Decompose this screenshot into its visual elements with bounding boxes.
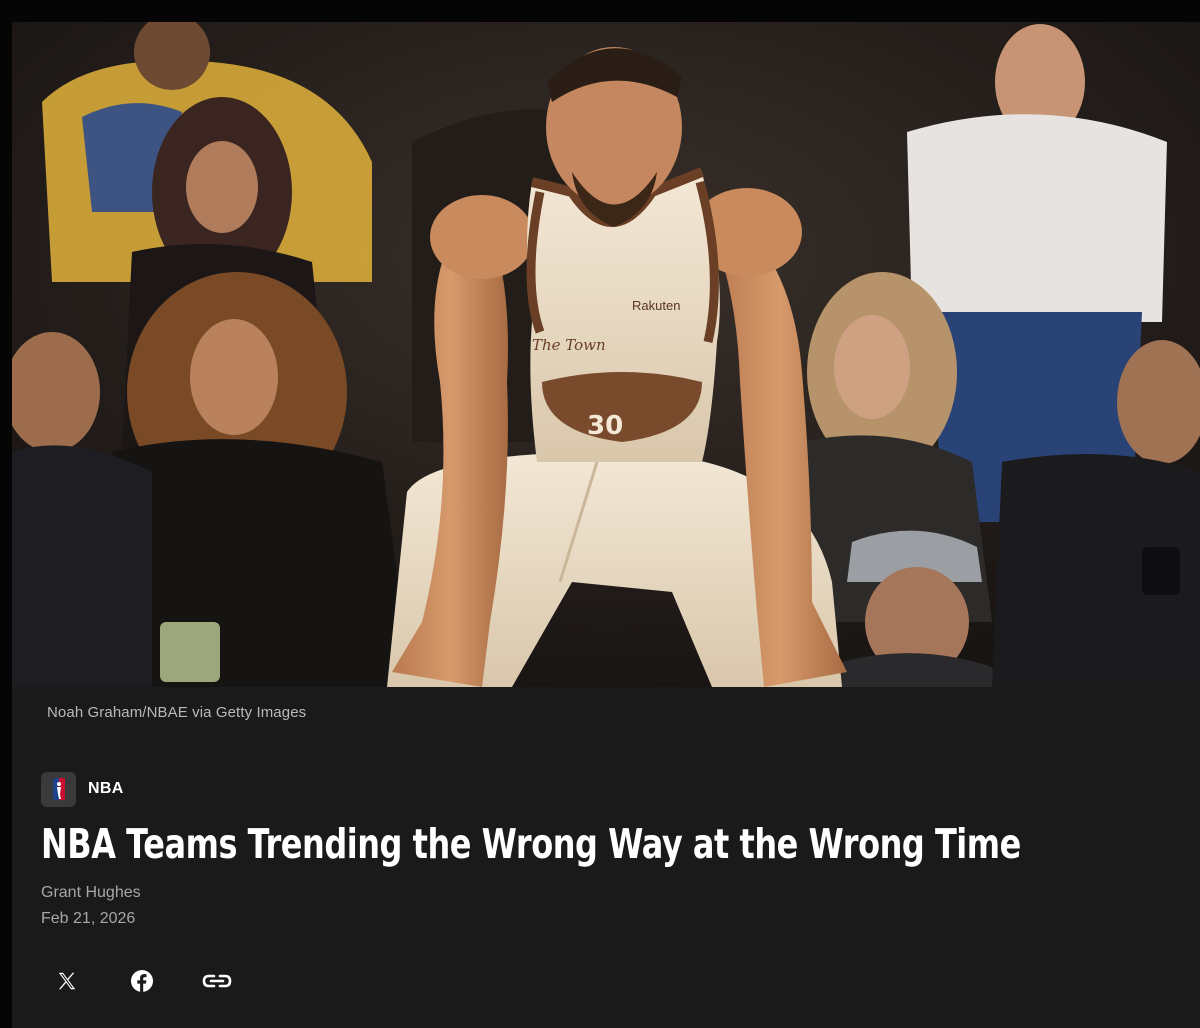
jersey-script-text: The Town (532, 336, 606, 354)
article-card: The Town 30 Rakuten Noah Graham/NBAE via… (12, 22, 1200, 1028)
copy-link-button[interactable] (198, 962, 236, 1000)
nba-logo-icon (41, 771, 76, 807)
article-headline: NBA Teams Trending the Wrong Way at the … (41, 820, 1021, 868)
hero-photo-illustration: The Town 30 Rakuten (12, 22, 1200, 687)
facebook-icon (131, 970, 153, 992)
page-frame: The Town 30 Rakuten Noah Graham/NBAE via… (0, 0, 1200, 1028)
author-name[interactable]: Grant Hughes (41, 884, 141, 902)
photo-credit-caption: Noah Graham/NBAE via Getty Images (47, 704, 307, 721)
x-logo-icon (58, 972, 76, 990)
share-x-button[interactable] (48, 962, 86, 1000)
category-tag[interactable]: NBA (41, 771, 124, 807)
share-facebook-button[interactable] (123, 962, 161, 1000)
jersey-number: 30 (587, 411, 623, 441)
publish-date: Feb 21, 2026 (41, 910, 136, 927)
hero-photo: The Town 30 Rakuten (12, 22, 1200, 687)
share-buttons (48, 962, 273, 1000)
category-label: NBA (88, 780, 124, 797)
link-icon (202, 974, 232, 988)
jersey-sponsor: Rakuten (632, 298, 680, 313)
